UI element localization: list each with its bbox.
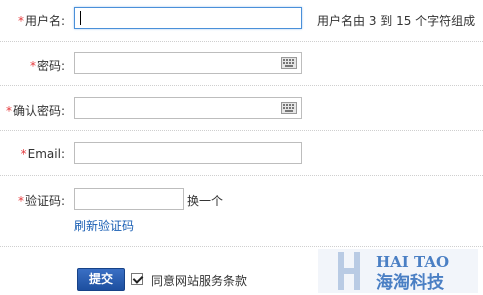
agree-terms-label[interactable]: 同意网站服务条款 bbox=[151, 272, 247, 289]
captcha-input[interactable] bbox=[74, 188, 184, 210]
password-label-text: 密码: bbox=[36, 59, 65, 73]
password-label: *密码: bbox=[30, 57, 65, 74]
row-divider bbox=[0, 246, 483, 247]
required-mark: * bbox=[20, 147, 27, 161]
refresh-captcha-link[interactable]: 刷新验证码 bbox=[74, 217, 134, 234]
keyboard-icon[interactable] bbox=[281, 102, 297, 114]
password-input[interactable] bbox=[74, 52, 302, 74]
required-mark: * bbox=[5, 104, 12, 118]
text-caret bbox=[80, 11, 81, 25]
confirm-password-label: *确认密码: bbox=[6, 102, 65, 119]
watermark-line2: 海淘科技 bbox=[376, 272, 445, 293]
haitao-logo-watermark: HAI TAO 海淘科技 bbox=[318, 249, 478, 293]
confirm-password-label-text: 确认密码: bbox=[12, 104, 65, 118]
email-label: *Email: bbox=[21, 147, 65, 161]
row-divider bbox=[0, 85, 483, 86]
captcha-label-text: 验证码: bbox=[24, 194, 65, 208]
keyboard-icon[interactable] bbox=[281, 57, 297, 69]
email-label-text: Email: bbox=[27, 147, 65, 161]
required-mark: * bbox=[29, 59, 36, 73]
username-label: *用户名: bbox=[18, 12, 65, 29]
row-divider bbox=[0, 175, 483, 176]
confirm-password-input[interactable] bbox=[74, 97, 302, 119]
agree-checkbox[interactable] bbox=[131, 273, 143, 285]
row-divider bbox=[0, 41, 483, 42]
submit-button[interactable]: 提交 bbox=[77, 268, 125, 291]
required-mark: * bbox=[17, 14, 24, 28]
required-mark: * bbox=[17, 194, 24, 208]
username-input[interactable] bbox=[74, 7, 302, 29]
email-input[interactable] bbox=[74, 142, 302, 164]
username-label-text: 用户名: bbox=[24, 14, 65, 28]
row-divider bbox=[0, 130, 483, 131]
username-hint: 用户名由 3 到 15 个字符组成 bbox=[317, 14, 476, 28]
watermark-line1: HAI TAO bbox=[376, 253, 449, 271]
change-captcha-link[interactable]: 换一个 bbox=[187, 192, 223, 209]
captcha-label: *验证码: bbox=[18, 192, 65, 209]
